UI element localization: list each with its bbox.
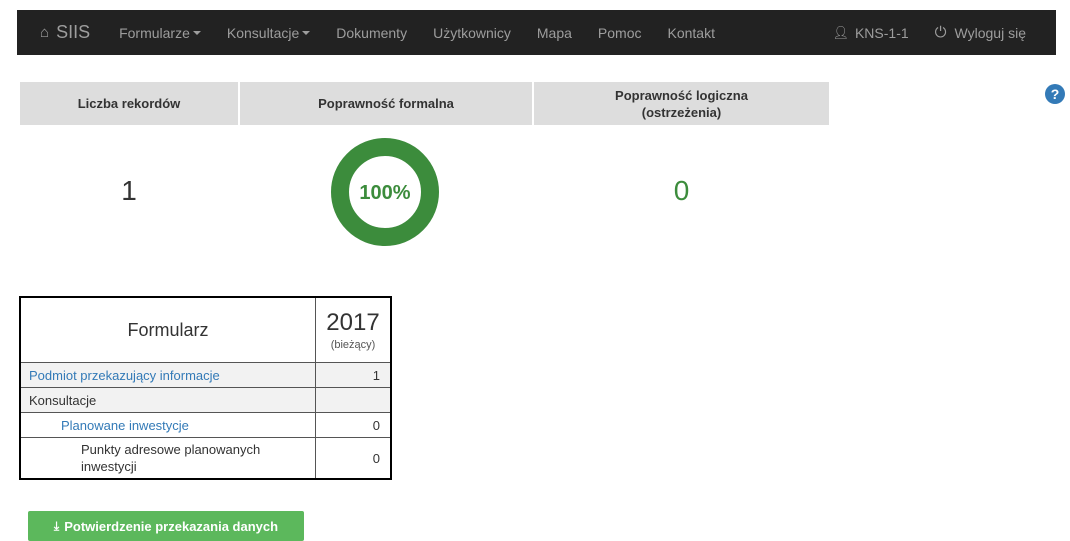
logout-link[interactable]: ⏻ Wyloguj się [922, 10, 1056, 55]
year-label: 2017 [326, 308, 380, 336]
caret-down-icon [192, 30, 201, 35]
table-row: Planowane inwestycje 0 [19, 412, 392, 438]
logical-value: 0 [673, 175, 690, 206]
nav-right: 👤︎ KNS-1-1 ⏻ Wyloguj się [819, 10, 1056, 55]
records-value: 1 [121, 175, 137, 206]
formal-value: 100% [359, 182, 410, 204]
row-link-planowane[interactable]: Planowane inwestycje [61, 418, 189, 433]
download-icon: ⤓ [53, 518, 60, 533]
user-icon: 👤︎ [832, 24, 849, 40]
help-icon[interactable]: ? [1045, 84, 1065, 104]
col-year-header: 2017 (bieżący) [315, 296, 392, 363]
confirm-transfer-button[interactable]: ⤓ Potwierdzenie przekazania danych [28, 511, 304, 541]
power-icon: ⏻ [934, 24, 947, 41]
home-icon: ⌂ [40, 24, 50, 41]
logout-label: Wyloguj się [954, 24, 1026, 41]
records-header: Liczba rekordów [20, 82, 238, 125]
row-value [315, 387, 392, 413]
col-form-header: Formularz [19, 296, 316, 363]
nav-user[interactable]: 👤︎ KNS-1-1 [819, 10, 921, 55]
forms-table: Formularz 2017 (bieżący) Podmiot przekaz… [19, 296, 392, 480]
nav-kontakt[interactable]: Kontakt [654, 10, 727, 55]
formal-donut-chart: 100% [331, 138, 439, 246]
nav-konsultacje-label: Konsultacje [226, 24, 300, 41]
nav-uzytkownicy[interactable]: Użytkownicy [420, 10, 524, 55]
nav-pomoc[interactable]: Pomoc [585, 10, 655, 55]
nav-konsultacje[interactable]: Konsultacje [214, 10, 323, 55]
row-label-konsultacje: Konsultacje [19, 387, 316, 413]
formal-header: Poprawność formalna [240, 82, 532, 125]
confirm-transfer-label: Potwierdzenie przekazania danych [64, 518, 279, 534]
table-row: Punkty adresowe planowanych inwestycji 0 [19, 437, 392, 480]
logical-header-line2: (ostrzeżenia) [641, 104, 722, 120]
table-row: Konsultacje [19, 387, 392, 413]
nav-formularze[interactable]: Formularze [106, 10, 214, 55]
nav-mapa[interactable]: Mapa [524, 10, 585, 55]
row-value: 0 [315, 437, 392, 480]
logical-header: Poprawność logiczna (ostrzeżenia) [534, 82, 829, 125]
row-label-punkty: Punkty adresowe planowanych inwestycji [19, 437, 316, 480]
table-row: Podmiot przekazujący informacje 1 [19, 362, 392, 388]
brand-label: SIIS [56, 22, 91, 42]
row-value: 0 [315, 412, 392, 438]
nav-formularze-label: Formularze [119, 24, 190, 41]
brand-link[interactable]: ⌂ SIIS [17, 10, 106, 55]
logical-header-line1: Poprawność logiczna [615, 87, 748, 103]
nav-dokumenty[interactable]: Dokumenty [323, 10, 420, 55]
row-link-podmiot[interactable]: Podmiot przekazujący informacje [29, 368, 220, 383]
year-sub-label: (bieżący) [330, 338, 376, 351]
row-value: 1 [315, 362, 392, 388]
user-label: KNS-1-1 [854, 24, 909, 41]
caret-down-icon [302, 30, 311, 35]
top-navbar: ⌂ SIIS Formularze Konsultacje Dokumenty … [17, 10, 1056, 55]
